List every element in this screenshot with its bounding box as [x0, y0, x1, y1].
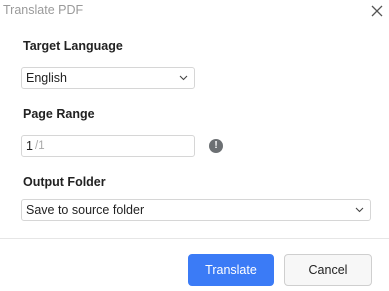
page-range-label: Page Range: [23, 107, 95, 121]
cancel-button[interactable]: Cancel: [284, 254, 372, 286]
target-language-select[interactable]: English: [21, 67, 195, 89]
footer-divider: [0, 238, 389, 239]
translate-pdf-dialog: Translate PDF Target Language English Pa…: [0, 0, 389, 291]
output-folder-value: Save to source folder: [26, 203, 145, 217]
output-folder-select[interactable]: Save to source folder: [21, 199, 371, 221]
close-button[interactable]: [369, 3, 385, 19]
target-language-label: Target Language: [23, 39, 123, 53]
title-bar: Translate PDF: [0, 0, 389, 24]
target-language-value: English: [26, 71, 67, 85]
translate-button[interactable]: Translate: [188, 254, 274, 286]
page-range-current: 1: [26, 139, 33, 153]
close-icon: [371, 5, 383, 17]
page-range-total: /1: [35, 140, 45, 152]
info-icon[interactable]: !: [209, 139, 223, 153]
dialog-title: Translate PDF: [3, 3, 84, 17]
page-range-input[interactable]: 1 /1: [21, 135, 195, 157]
chevron-down-icon: [179, 75, 188, 81]
output-folder-label: Output Folder: [23, 175, 106, 189]
chevron-down-icon: [355, 207, 364, 213]
